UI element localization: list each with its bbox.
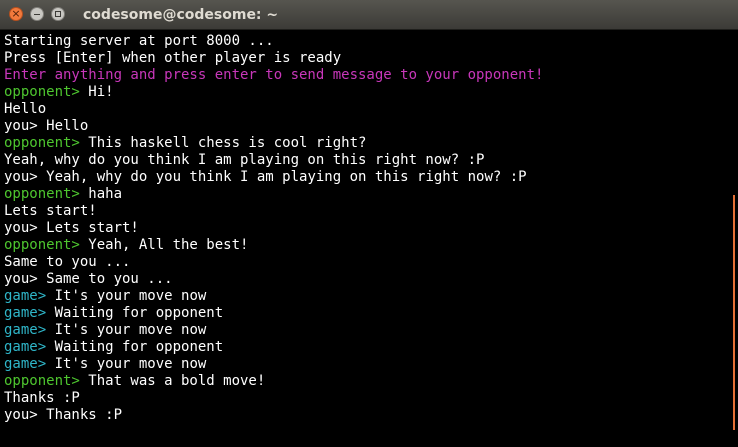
title-bar[interactable]: × codesome@codesome: ~ <box>0 0 738 30</box>
line-text: Hello <box>37 118 89 134</box>
prompt-label: opponent> <box>4 237 80 253</box>
terminal-line: opponent> Yeah, All the best! <box>4 237 738 254</box>
terminal-output[interactable]: Starting server at port 8000 ... Press [E… <box>0 30 738 447</box>
terminal-line: you> Same to you ... <box>4 271 738 288</box>
prompt-label: game> <box>4 305 47 321</box>
line-text: Yeah, why do you think I am playing on t… <box>4 152 485 168</box>
cursor-line[interactable] <box>4 441 738 447</box>
terminal-line: opponent> This haskell chess is cool rig… <box>4 135 738 152</box>
prompt-label: you> <box>4 118 38 134</box>
line-text: Thanks :P <box>4 390 80 406</box>
terminal-line: opponent> That was a bold move! <box>4 373 738 390</box>
prompt-label: game> <box>4 322 47 338</box>
line-text: Hello <box>4 101 47 117</box>
prompt-label: opponent> <box>4 373 80 389</box>
prompt-label: game> <box>4 288 47 304</box>
line-text: Yeah, All the best! <box>79 237 249 253</box>
line-text: haha <box>79 186 123 202</box>
terminal-line: game> It's your move now <box>4 288 738 305</box>
prompt-label: you> <box>4 169 38 185</box>
line-text: This haskell chess is cool right? <box>79 135 367 151</box>
terminal-line: you> Lets start! <box>4 220 738 237</box>
line-text: Enter anything and press enter to send m… <box>4 67 544 83</box>
terminal-line: opponent> Hi! <box>4 84 738 101</box>
terminal-line: you> Thanks :P <box>4 407 738 424</box>
terminal-line: Starting server at port 8000 ... <box>4 33 738 50</box>
line-text: Thanks :P <box>37 407 123 423</box>
line-text: Same to you ... <box>4 254 131 270</box>
line-text: Press [Enter] when other player is ready <box>4 50 342 66</box>
terminal-line: Same to you ... <box>4 254 738 271</box>
line-text: It's your move now <box>46 356 207 372</box>
terminal-line: game> Waiting for opponent <box>4 339 738 356</box>
prompt-label: game> <box>4 356 47 372</box>
prompt-label: opponent> <box>4 186 80 202</box>
terminal-line: you> Hello <box>4 118 738 135</box>
line-text: Waiting for opponent <box>46 339 224 355</box>
terminal-window: × codesome@codesome: ~ Starting server a… <box>0 0 738 447</box>
prompt-label: you> <box>4 271 38 287</box>
line-text: Same to you ... <box>37 271 173 287</box>
line-text: Waiting for opponent <box>46 305 224 321</box>
terminal-line: Press [Enter] when other player is ready <box>4 50 738 67</box>
line-text: It's your move now <box>46 288 207 304</box>
prompt-label: opponent> <box>4 84 80 100</box>
prompt-label: game> <box>4 339 47 355</box>
line-text: Hi! <box>79 84 114 100</box>
prompt-label: you> <box>4 407 38 423</box>
terminal-line: game> It's your move now <box>4 356 738 373</box>
terminal-line: Enter anything and press enter to send m… <box>4 67 738 84</box>
terminal-line: Hello <box>4 101 738 118</box>
terminal-line: Thanks :P <box>4 390 738 407</box>
line-text: That was a bold move! <box>79 373 266 389</box>
terminal-line: Yeah, why do you think I am playing on t… <box>4 152 738 169</box>
terminal-line: you> Yeah, why do you think I am playing… <box>4 169 738 186</box>
terminal-line: game> It's your move now <box>4 322 738 339</box>
line-text: Lets start! <box>37 220 139 236</box>
line-text: Lets start! <box>4 203 97 219</box>
line-text: Yeah, why do you think I am playing on t… <box>37 169 527 185</box>
terminal-line: opponent> haha <box>4 186 738 203</box>
terminal-line: game> Waiting for opponent <box>4 305 738 322</box>
scrollbar[interactable] <box>733 195 735 430</box>
line-text: Starting server at port 8000 ... <box>4 33 274 49</box>
prompt-label: opponent> <box>4 135 80 151</box>
window-title: codesome@codesome: ~ <box>83 7 279 23</box>
prompt-label: you> <box>4 220 38 236</box>
terminal-line: Lets start! <box>4 203 738 220</box>
line-text: It's your move now <box>46 322 207 338</box>
